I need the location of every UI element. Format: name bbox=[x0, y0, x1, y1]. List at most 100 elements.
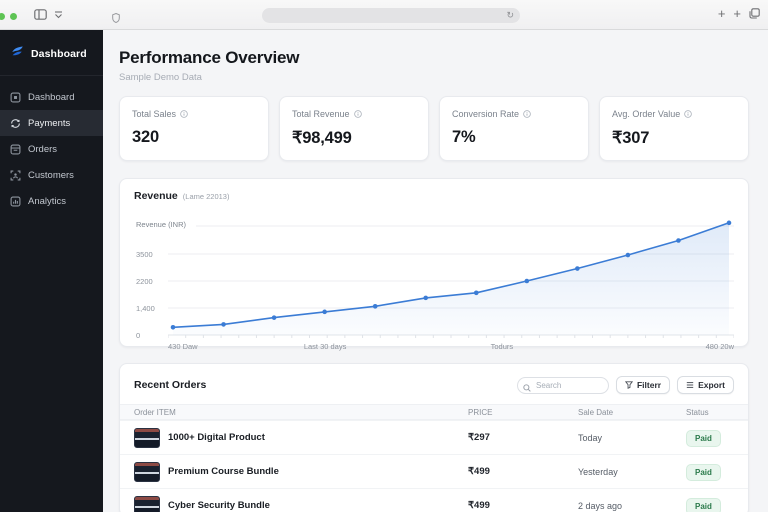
sidebar-item-payments[interactable]: Payments bbox=[0, 110, 103, 136]
recent-orders-card: Recent Orders Filterr bbox=[119, 363, 749, 512]
sidebar-item-orders[interactable]: Orders bbox=[0, 136, 103, 162]
search-icon bbox=[523, 379, 531, 397]
info-icon[interactable] bbox=[684, 110, 692, 118]
chart-plot: Revenue (INR) 3500 2200 1,400 0 bbox=[134, 213, 734, 341]
tabs-overview-icon[interactable] bbox=[749, 8, 760, 19]
traffic-light-icon[interactable] bbox=[10, 13, 17, 20]
orders-toolbar: Filterr Export bbox=[516, 375, 734, 397]
status-badge: Paid bbox=[686, 430, 721, 447]
x-tick-label: Last 30 days bbox=[303, 342, 347, 351]
order-date: 2 days ago bbox=[578, 500, 623, 511]
product-thumbnail bbox=[134, 495, 160, 512]
sidebar-item-label: Payments bbox=[28, 117, 71, 129]
info-icon[interactable] bbox=[353, 110, 362, 118]
stat-value: ₹98,499 bbox=[292, 129, 352, 147]
brand-logo-icon bbox=[10, 44, 25, 63]
info-icon[interactable] bbox=[180, 110, 188, 118]
dashboard-icon bbox=[10, 92, 21, 103]
brand: Dashboard bbox=[0, 30, 103, 76]
chrome-actions: + + bbox=[718, 7, 760, 20]
sidebar-item-label: Customers bbox=[28, 169, 74, 181]
app-window: ↻ + + Dashboard Dashboard Payments Order… bbox=[0, 0, 768, 512]
chart-title: Revenue bbox=[134, 190, 178, 202]
sidebar-item-analytics[interactable]: Analytics bbox=[0, 188, 103, 214]
info-icon[interactable] bbox=[523, 110, 531, 118]
shield-icon[interactable] bbox=[112, 10, 120, 28]
share-icon[interactable]: + bbox=[718, 7, 726, 20]
main-content: Performance Overview Sample Demo Data To… bbox=[103, 30, 768, 512]
table-row[interactable]: 1000+ Digital Product ₹297 Today Paid bbox=[120, 420, 748, 454]
order-price: ₹297 bbox=[468, 432, 490, 443]
export-list-icon bbox=[686, 381, 694, 389]
product-thumbnail bbox=[134, 461, 160, 482]
traffic-light-icon[interactable] bbox=[0, 13, 5, 20]
stat-value: 320 bbox=[132, 128, 159, 146]
order-date: Today bbox=[578, 432, 603, 443]
x-tick-label: Todurs bbox=[490, 342, 514, 351]
stat-label: Conversion Rate bbox=[452, 109, 520, 119]
page-title: Performance Overview bbox=[119, 48, 300, 67]
column-header: PRICE bbox=[468, 407, 493, 417]
stat-card-avg-order-value: Avg. Order Value ₹307 bbox=[599, 96, 749, 161]
sidebar-item-label: Analytics bbox=[28, 195, 67, 207]
browser-chrome: ↻ + + bbox=[0, 0, 768, 30]
analytics-icon bbox=[10, 196, 21, 207]
column-header: Order ITEM bbox=[134, 407, 176, 417]
sidebar-toggle-icon[interactable] bbox=[34, 9, 47, 20]
orders-table-header: Order ITEM PRICE Sale Date Status bbox=[120, 404, 748, 420]
filter-icon bbox=[624, 380, 633, 389]
stat-card-conversion-rate: Conversion Rate 7% bbox=[439, 96, 589, 161]
y-tick-3: 0 bbox=[136, 331, 141, 340]
stat-card-total-revenue: Total Revenue ₹98,499 bbox=[279, 96, 429, 161]
orders-icon bbox=[10, 144, 21, 155]
order-date: Yesterday bbox=[578, 466, 618, 477]
page-subtitle: Sample Demo Data bbox=[119, 72, 202, 83]
table-row[interactable]: Cyber Security Bundle ₹499 2 days ago Pa… bbox=[120, 488, 748, 512]
refresh-icon[interactable]: ↻ bbox=[506, 11, 514, 20]
order-item-name: 1000+ Digital Product bbox=[168, 432, 265, 443]
chevron-down-icon[interactable] bbox=[54, 11, 63, 19]
brand-name: Dashboard bbox=[31, 47, 87, 60]
url-bar[interactable]: ↻ bbox=[262, 8, 520, 23]
order-price: ₹499 bbox=[468, 466, 490, 477]
sidebar-item-label: Dashboard bbox=[28, 91, 75, 103]
customers-icon bbox=[10, 170, 21, 181]
order-price: ₹499 bbox=[468, 500, 490, 511]
export-button[interactable]: Export bbox=[677, 375, 734, 394]
order-item-name: Premium Course Bundle bbox=[168, 466, 279, 477]
column-header: Sale Date bbox=[578, 407, 614, 417]
y-tick-1: 2200 bbox=[136, 277, 153, 286]
stat-label: Avg. Order Value bbox=[612, 109, 681, 119]
sidebar-nav: Dashboard Payments Orders Customers Anal… bbox=[0, 84, 103, 214]
column-header: Status bbox=[686, 407, 709, 417]
stat-label: Total Sales bbox=[132, 109, 177, 119]
status-badge: Paid bbox=[686, 464, 721, 481]
revenue-chart-svg bbox=[168, 220, 734, 338]
product-thumbnail bbox=[134, 427, 160, 448]
revenue-chart-card: Revenue (Lame 22013) Revenue (INR) 3500 … bbox=[119, 178, 749, 351]
sidebar-item-label: Orders bbox=[28, 143, 58, 155]
filter-button-label: Filterr bbox=[636, 379, 662, 390]
window-controls bbox=[0, 13, 17, 20]
new-tab-icon[interactable]: + bbox=[733, 7, 741, 20]
payments-icon bbox=[10, 118, 21, 129]
stat-value: 7% bbox=[452, 128, 476, 146]
stat-value: ₹307 bbox=[612, 129, 650, 147]
chart-title-note: (Lame 22013) bbox=[182, 192, 230, 201]
status-badge: Paid bbox=[686, 498, 721, 512]
filter-button[interactable]: Filterr bbox=[615, 375, 671, 394]
x-tick-label: 480 20w bbox=[705, 342, 734, 351]
x-tick-label: 430 Daw bbox=[168, 342, 198, 351]
export-button-label: Export bbox=[698, 379, 725, 390]
order-item-name: Cyber Security Bundle bbox=[168, 500, 270, 511]
stat-card-total-sales: Total Sales 320 bbox=[119, 96, 269, 161]
stats-row: Total Sales 320 Total Revenue ₹98,499 Co… bbox=[119, 96, 749, 161]
y-tick-0: 3500 bbox=[136, 250, 153, 259]
table-row[interactable]: Premium Course Bundle ₹499 Yesterday Pai… bbox=[120, 454, 748, 488]
y-tick-2: 1,400 bbox=[136, 304, 155, 313]
sidebar: Dashboard Dashboard Payments Orders Cust… bbox=[0, 30, 103, 512]
sidebar-item-customers[interactable]: Customers bbox=[0, 162, 103, 188]
orders-title: Recent Orders bbox=[134, 378, 207, 391]
sidebar-item-dashboard[interactable]: Dashboard bbox=[0, 84, 103, 110]
stat-label: Total Revenue bbox=[292, 109, 350, 119]
